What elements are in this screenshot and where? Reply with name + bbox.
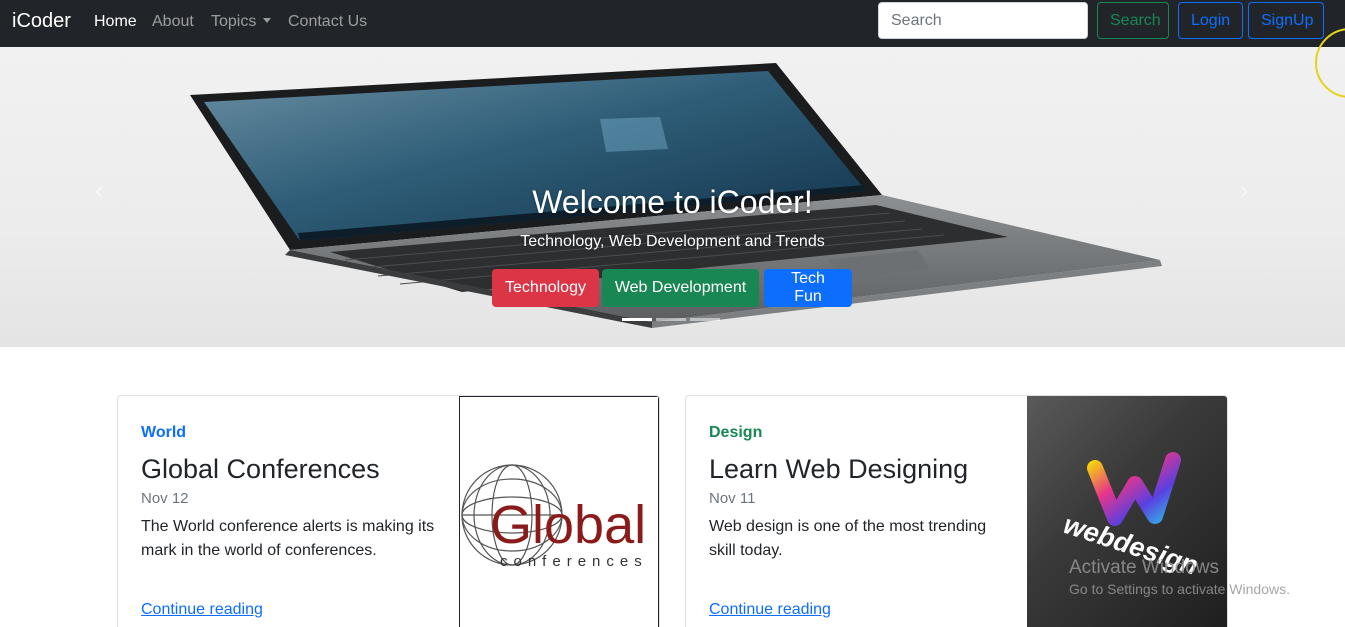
search-button[interactable]: Search bbox=[1097, 2, 1169, 39]
chevron-right-icon[interactable]: › bbox=[1240, 177, 1260, 217]
carousel-subtitle: Technology, Web Development and Trends bbox=[520, 233, 825, 250]
carousel-title: Welcome to iCoder! bbox=[532, 184, 813, 220]
technology-button[interactable]: Technology bbox=[492, 269, 599, 307]
signup-button[interactable]: SignUp bbox=[1248, 2, 1324, 39]
web-development-button[interactable]: Web Development bbox=[602, 269, 759, 307]
nav-link-home[interactable]: Home bbox=[94, 13, 137, 31]
brand-logo[interactable]: iCoder bbox=[12, 10, 71, 33]
continue-reading-link[interactable]: Continue reading bbox=[709, 601, 831, 619]
conferences-tagline: conferences bbox=[500, 553, 648, 570]
global-conferences-image: Global conferences bbox=[459, 396, 659, 627]
login-button[interactable]: Login bbox=[1178, 2, 1243, 39]
carousel-indicator-3[interactable] bbox=[690, 318, 720, 321]
card-category: World bbox=[141, 424, 187, 441]
card-date: Nov 12 bbox=[141, 490, 189, 507]
nav-link-topics[interactable]: Topics bbox=[211, 13, 272, 31]
card-category: Design bbox=[709, 424, 763, 441]
carousel-indicator-1[interactable] bbox=[622, 318, 652, 321]
post-card: World Global Conferences Nov 12 The Worl… bbox=[117, 395, 660, 627]
card-date: Nov 11 bbox=[709, 490, 756, 507]
card-text: Web design is one of the most trending s… bbox=[709, 518, 987, 559]
carousel-indicator-2[interactable] bbox=[656, 318, 686, 321]
activate-windows-subtitle: Go to Settings to activate Windows. bbox=[1069, 581, 1290, 597]
tech-fun-button[interactable]: Tech Fun bbox=[764, 269, 852, 307]
search-input[interactable] bbox=[878, 2, 1088, 39]
navbar: iCoder Home About Topics Contact Us Sear… bbox=[0, 0, 1345, 47]
chevron-left-icon[interactable]: ‹ bbox=[95, 177, 115, 217]
continue-reading-link[interactable]: Continue reading bbox=[141, 601, 263, 619]
card-title: Global Conferences bbox=[141, 454, 380, 484]
global-wordmark: Global bbox=[490, 495, 647, 555]
chevron-down-icon bbox=[263, 18, 272, 23]
hero-carousel: Welcome to iCoder! Technology, Web Devel… bbox=[0, 47, 1345, 347]
nav-link-topics-label: Topics bbox=[211, 13, 257, 30]
activate-windows-title: Activate Windows bbox=[1069, 557, 1219, 578]
nav-link-contact[interactable]: Contact Us bbox=[288, 13, 367, 31]
card-text: The World conference alerts is making it… bbox=[141, 518, 435, 559]
nav-link-about[interactable]: About bbox=[152, 13, 194, 31]
card-title: Learn Web Designing bbox=[709, 454, 969, 484]
